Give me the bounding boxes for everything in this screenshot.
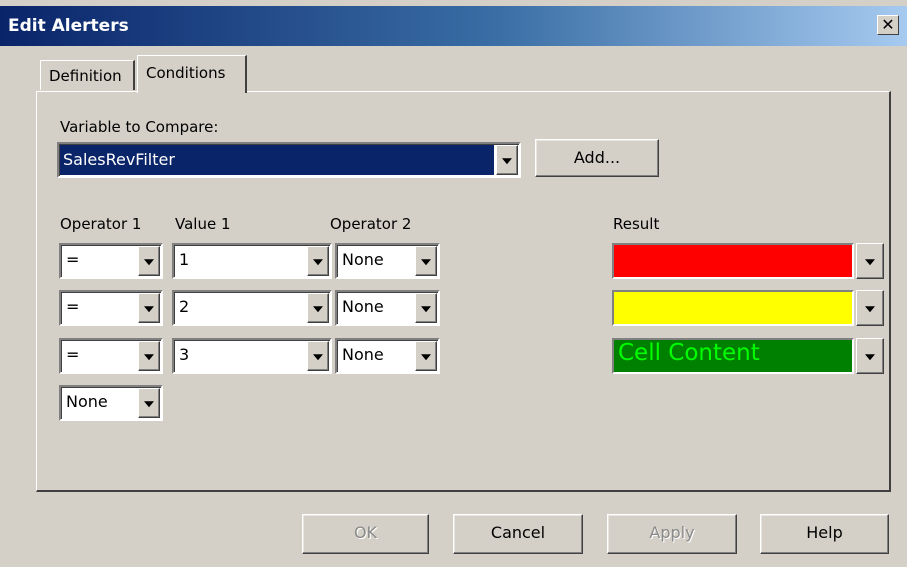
- chevron-down-icon[interactable]: [307, 246, 329, 276]
- tab-definition-label: Definition: [49, 67, 122, 85]
- result-color-swatch[interactable]: [612, 290, 854, 326]
- chevron-down-icon[interactable]: [856, 338, 884, 374]
- operator2-select[interactable]: None: [335, 290, 440, 326]
- chevron-down-icon[interactable]: [307, 293, 329, 323]
- result-color-swatch[interactable]: [612, 243, 854, 279]
- window-title: Edit Alerters: [8, 16, 129, 36]
- chevron-down-icon[interactable]: [415, 341, 437, 371]
- operator1-select[interactable]: =: [59, 290, 163, 326]
- add-button-label: Add...: [573, 148, 621, 167]
- extra-operator-value: None: [66, 392, 108, 411]
- tab-conditions-label: Conditions: [146, 64, 226, 82]
- add-button[interactable]: Add...: [535, 139, 659, 177]
- help-button-label: Help: [806, 523, 843, 542]
- operator1-header: Operator 1: [60, 215, 142, 233]
- tab-conditions[interactable]: Conditions: [137, 55, 247, 95]
- chevron-down-icon[interactable]: [856, 243, 884, 279]
- operator1-select[interactable]: =: [59, 338, 163, 374]
- operator2-value: None: [342, 250, 384, 269]
- chevron-down-icon[interactable]: [138, 246, 160, 276]
- value1-combo[interactable]: 2: [172, 290, 332, 326]
- operator2-value: None: [342, 297, 384, 316]
- chevron-down-icon[interactable]: [138, 293, 160, 323]
- result-text: Cell Content: [618, 340, 760, 366]
- ok-button-label: OK: [353, 523, 378, 542]
- apply-button-label: Apply: [649, 523, 695, 542]
- chevron-down-icon[interactable]: [415, 293, 437, 323]
- value1-value: 3: [179, 345, 190, 364]
- chevron-down-icon[interactable]: [307, 341, 329, 371]
- variable-value: SalesRevFilter: [63, 150, 175, 169]
- value1-combo[interactable]: 3: [172, 338, 332, 374]
- value1-value: 1: [179, 250, 190, 269]
- variable-dropdown-arrow-icon[interactable]: [496, 145, 518, 175]
- cancel-button-label: Cancel: [490, 523, 546, 542]
- operator1-value: =: [66, 297, 80, 316]
- chevron-down-icon[interactable]: [138, 341, 160, 371]
- tab-definition[interactable]: Definition: [40, 60, 135, 90]
- value1-value: 2: [179, 297, 190, 316]
- value1-combo[interactable]: 1: [172, 243, 332, 279]
- help-button[interactable]: Help: [760, 514, 889, 554]
- result-header: Result: [613, 215, 660, 233]
- variable-selected-highlight: SalesRevFilter: [60, 145, 494, 175]
- value1-header: Value 1: [175, 215, 231, 233]
- close-icon: ✕: [881, 15, 895, 34]
- ok-button[interactable]: OK: [302, 514, 429, 554]
- operator2-header: Operator 2: [330, 215, 412, 233]
- operator1-value: =: [66, 250, 80, 269]
- operator1-select[interactable]: =: [59, 243, 163, 279]
- extra-operator-select[interactable]: None: [59, 385, 163, 421]
- title-bar[interactable]: Edit Alerters ✕: [0, 6, 907, 46]
- variable-label: Variable to Compare:: [60, 118, 219, 136]
- chevron-down-icon[interactable]: [415, 246, 437, 276]
- chevron-down-icon[interactable]: [138, 388, 160, 418]
- operator2-select[interactable]: None: [335, 338, 440, 374]
- variable-select[interactable]: SalesRevFilter: [57, 142, 521, 178]
- close-button[interactable]: ✕: [877, 15, 899, 35]
- result-color-swatch[interactable]: Cell Content: [612, 338, 854, 374]
- cancel-button[interactable]: Cancel: [453, 514, 583, 554]
- apply-button[interactable]: Apply: [607, 514, 737, 554]
- operator2-select[interactable]: None: [335, 243, 440, 279]
- edit-alerters-dialog: Edit Alerters ✕ Definition Conditions Va…: [0, 0, 907, 567]
- chevron-down-icon[interactable]: [856, 290, 884, 326]
- operator2-value: None: [342, 345, 384, 364]
- operator1-value: =: [66, 345, 80, 364]
